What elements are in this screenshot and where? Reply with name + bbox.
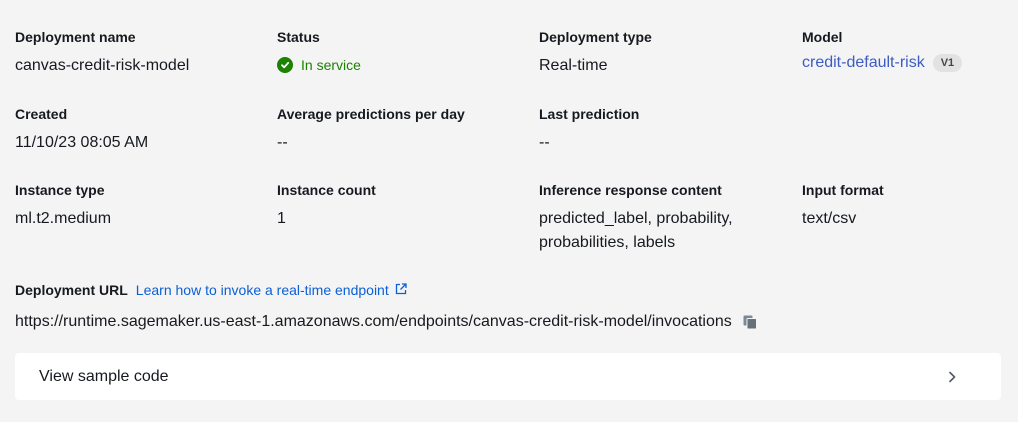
- deployment-url-section: Deployment URL Learn how to invoke a rea…: [15, 281, 758, 331]
- last-prediction-label: Last prediction: [539, 106, 640, 122]
- model-field: Model credit-default-risk V1: [802, 28, 963, 72]
- created-label: Created: [15, 106, 68, 122]
- copy-icon[interactable]: [742, 314, 758, 330]
- deployment-type-field: Deployment type Real-time: [539, 28, 652, 78]
- inference-response-field: Inference response content predicted_lab…: [539, 181, 779, 255]
- right-edge: [1018, 0, 1024, 426]
- learn-invoke-link-label: Learn how to invoke a real-time endpoint: [135, 282, 389, 298]
- inference-response-value: predicted_label, probability, probabilit…: [539, 210, 733, 251]
- avg-predictions-value: --: [277, 134, 288, 151]
- view-sample-code-row[interactable]: View sample code: [15, 353, 1001, 400]
- deployment-details-panel: Deployment name canvas-credit-risk-model…: [0, 0, 1018, 422]
- view-sample-code-label: View sample code: [39, 367, 169, 385]
- deployment-name-value: canvas-credit-risk-model: [15, 57, 190, 74]
- instance-count-field: Instance count 1: [277, 181, 376, 231]
- instance-type-field: Instance type ml.t2.medium: [15, 181, 111, 231]
- model-label: Model: [802, 29, 843, 45]
- instance-count-label: Instance count: [277, 182, 376, 198]
- created-value: 11/10/23 08:05 AM: [15, 134, 149, 151]
- status-badge: In service: [277, 57, 361, 73]
- check-circle-icon: [277, 57, 293, 73]
- external-link-icon: [395, 282, 407, 298]
- deployment-url-value: https://runtime.sagemaker.us-east-1.amaz…: [15, 313, 732, 330]
- learn-invoke-link[interactable]: Learn how to invoke a real-time endpoint: [136, 282, 407, 298]
- bottom-edge: [0, 422, 1024, 426]
- status-label: Status: [277, 29, 320, 45]
- inference-response-label: Inference response content: [539, 182, 722, 198]
- avg-predictions-field: Average predictions per day --: [277, 105, 465, 155]
- input-format-field: Input format text/csv: [802, 181, 884, 231]
- status-value: In service: [301, 57, 361, 73]
- input-format-value: text/csv: [802, 210, 857, 227]
- model-version-badge: V1: [932, 54, 963, 72]
- instance-type-value: ml.t2.medium: [15, 210, 112, 227]
- last-prediction-value: --: [539, 134, 550, 151]
- deployment-url-label: Deployment URL: [15, 282, 128, 298]
- deployment-type-label: Deployment type: [539, 29, 652, 45]
- model-link[interactable]: credit-default-risk: [802, 54, 925, 72]
- instance-type-label: Instance type: [15, 182, 105, 198]
- avg-predictions-label: Average predictions per day: [277, 106, 465, 122]
- last-prediction-field: Last prediction --: [539, 105, 639, 155]
- deployment-name-label: Deployment name: [15, 29, 136, 45]
- input-format-label: Input format: [802, 182, 884, 198]
- deployment-name-field: Deployment name canvas-credit-risk-model: [15, 28, 189, 78]
- status-field: Status In service: [277, 28, 361, 73]
- created-field: Created 11/10/23 08:05 AM: [15, 105, 148, 155]
- instance-count-value: 1: [277, 210, 286, 227]
- chevron-right-icon: [947, 371, 957, 383]
- deployment-type-value: Real-time: [539, 57, 608, 74]
